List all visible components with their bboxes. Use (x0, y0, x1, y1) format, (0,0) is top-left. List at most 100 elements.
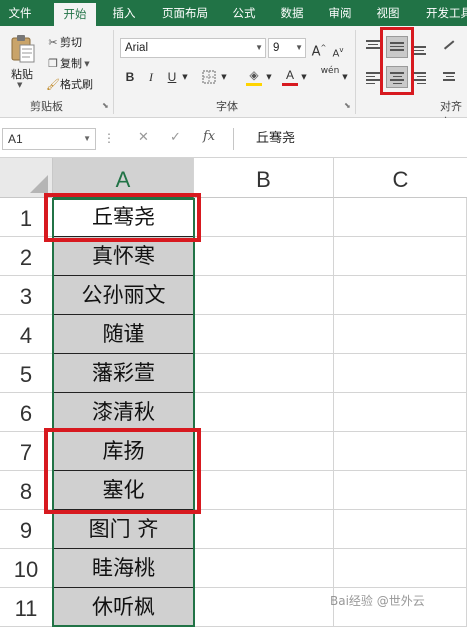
format-painter-button[interactable]: 🖌格式刷 (46, 76, 93, 92)
chevron-down-icon: ▼ (255, 43, 263, 52)
tab-review[interactable]: 审阅 (320, 0, 360, 26)
cell-c3[interactable] (334, 276, 467, 315)
font-name-select[interactable]: Arial ▼ (120, 38, 266, 58)
cell-b2[interactable] (194, 237, 334, 276)
insert-function-button[interactable]: fx (203, 129, 215, 144)
row-header[interactable]: 3 (0, 276, 53, 315)
cell-b6[interactable] (194, 393, 334, 432)
cell-b9[interactable] (194, 510, 334, 549)
cell-c5[interactable] (334, 354, 467, 393)
phonetic-guide-button[interactable]: wén (318, 66, 342, 84)
decrease-indent-icon[interactable] (440, 70, 458, 86)
row-header[interactable]: 10 (0, 549, 53, 588)
paste-label: 粘贴 (11, 68, 33, 81)
more-options-icon: ⋮ (103, 131, 115, 145)
clipboard-group-label: 剪贴板 (30, 100, 63, 113)
cell-c6[interactable] (334, 393, 467, 432)
selection-border (52, 198, 195, 627)
underline-button[interactable]: U (164, 68, 180, 86)
grow-font-button[interactable]: A^ (311, 39, 327, 60)
column-header-c[interactable]: C (334, 158, 467, 198)
borders-button[interactable] (199, 68, 219, 86)
grow-font-icon: A (311, 44, 321, 60)
row-header[interactable]: 2 (0, 237, 53, 276)
italic-button[interactable]: I (143, 68, 159, 86)
clipboard-launcher-icon[interactable]: ⬊ (102, 101, 109, 110)
cell-c9[interactable] (334, 510, 467, 549)
tab-file[interactable]: 文件 (2, 0, 38, 26)
cell-b3[interactable] (194, 276, 334, 315)
select-all-triangle-icon (30, 175, 48, 193)
copy-icon: ❐ (48, 57, 58, 70)
font-name-value: Arial (125, 42, 149, 54)
orientation-icon[interactable] (440, 40, 458, 58)
worksheet-grid: A B C 1 丘骞尧 2 真怀寒 3 公孙丽文 4 随谨 5 藩彩萱 6 漆清秋 7 库扬 8 塞化 9 图门 … (0, 158, 467, 633)
group-separator (355, 30, 356, 114)
row-header[interactable]: 5 (0, 354, 53, 393)
highlight-box-row-1 (44, 193, 201, 242)
format-painter-label: 格式刷 (60, 78, 93, 91)
copy-button[interactable]: ❐ 复制 ▼ (46, 55, 90, 71)
font-size-value: 9 (273, 42, 280, 54)
cell-b11[interactable] (194, 588, 334, 627)
cell-c7[interactable] (334, 432, 467, 471)
cancel-icon[interactable]: ✕ (138, 130, 149, 145)
fill-color-dropdown-icon[interactable]: ▼ (264, 68, 274, 86)
cell-c8[interactable] (334, 471, 467, 510)
phonetic-dropdown-icon[interactable]: ▼ (340, 68, 350, 86)
tab-view[interactable]: 视图 (368, 0, 408, 26)
font-launcher-icon[interactable]: ⬊ (344, 101, 351, 110)
font-color-icon: A (285, 68, 294, 82)
font-size-select[interactable]: 9 ▼ (268, 38, 306, 58)
shrink-font-button[interactable]: Av (330, 41, 346, 59)
paste-dropdown-icon[interactable]: ▼ (17, 81, 22, 89)
cell-c2[interactable] (334, 237, 467, 276)
name-box-value: A1 (8, 132, 23, 146)
font-group-label: 字体 (216, 100, 238, 113)
cell-b5[interactable] (194, 354, 334, 393)
cell-c4[interactable] (334, 315, 467, 354)
scissors-icon: ✂ (48, 36, 58, 49)
tab-formulas[interactable]: 公式 (224, 0, 264, 26)
copy-dropdown-icon: ▼ (82, 60, 90, 68)
tab-home[interactable]: 开始 (54, 3, 96, 26)
borders-dropdown-icon[interactable]: ▼ (219, 68, 229, 86)
row-header[interactable]: 6 (0, 393, 53, 432)
column-header-b[interactable]: B (194, 158, 334, 198)
cell-c10[interactable] (334, 549, 467, 588)
cell-b8[interactable] (194, 471, 334, 510)
cut-button[interactable]: ✂ 剪切 (46, 34, 82, 50)
tab-page-layout[interactable]: 页面布局 (152, 0, 218, 26)
column-header-a[interactable]: A (53, 158, 194, 198)
enter-check-icon[interactable]: ✓ (170, 130, 181, 145)
fill-color-swatch (246, 83, 262, 86)
font-color-button[interactable]: A (281, 66, 299, 86)
row-header[interactable]: 11 (0, 588, 53, 627)
watermark: Bai经验 @世外云 (330, 594, 425, 608)
highlight-box-rows-7-8 (44, 428, 201, 514)
copy-label: 复制 (60, 57, 82, 70)
row-header[interactable]: 4 (0, 315, 53, 354)
tab-data[interactable]: 数据 (272, 0, 312, 26)
cell-b7[interactable] (194, 432, 334, 471)
formula-input[interactable]: 丘骞尧 (233, 128, 467, 150)
bold-button[interactable]: B (122, 68, 138, 86)
cell-b1[interactable] (194, 198, 334, 237)
underline-dropdown-icon[interactable]: ▼ (180, 68, 190, 86)
paint-bucket-icon: ◈ (249, 68, 259, 82)
cell-b4[interactable] (194, 315, 334, 354)
chevron-down-icon: ▼ (83, 134, 91, 143)
cell-b10[interactable] (194, 549, 334, 588)
ribbon-tab-bar: 文件 开始 插入 页面布局 公式 数据 审阅 视图 开发工具 (0, 0, 467, 26)
cell-c1[interactable] (334, 198, 467, 237)
ribbon-home: 粘贴 ▼ ✂ 剪切 ❐ 复制 ▼ 🖌格式刷 剪贴板 ⬊ Arial ▼ 9 ▼ A^… (0, 26, 467, 129)
tab-insert[interactable]: 插入 (104, 0, 144, 26)
group-separator (113, 30, 114, 114)
select-all-button[interactable] (0, 158, 53, 198)
row-header[interactable]: 9 (0, 510, 53, 549)
fill-color-button[interactable]: ◈ (244, 66, 264, 86)
tab-developer[interactable]: 开发工具 (416, 0, 467, 26)
font-color-dropdown-icon[interactable]: ▼ (299, 68, 309, 86)
name-box[interactable]: A1 ▼ (2, 128, 96, 150)
borders-icon (202, 70, 216, 84)
